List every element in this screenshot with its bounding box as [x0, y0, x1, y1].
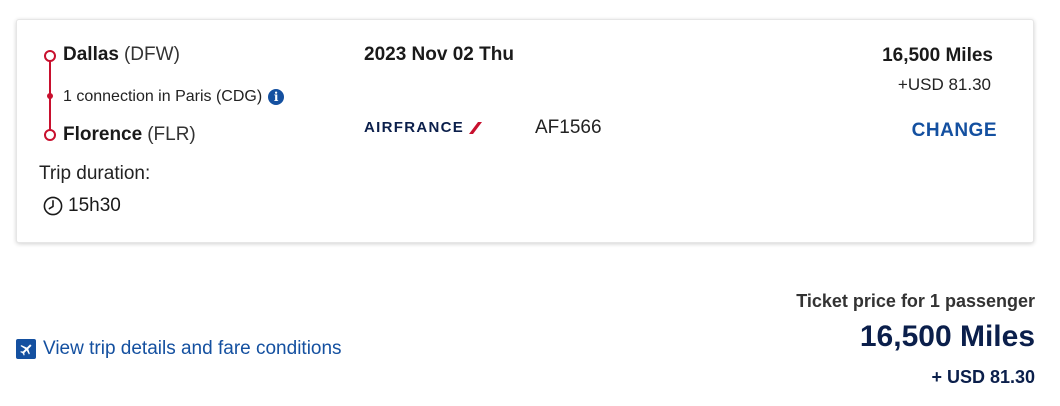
destination-code: (FLR) [147, 124, 196, 145]
route-timeline [44, 50, 56, 141]
connection-marker [47, 93, 53, 99]
destination: Florence (FLR) [63, 124, 196, 146]
airline-logo: AIRFRANCE [364, 119, 483, 136]
card-price-usd: +USD 81.30 [897, 75, 991, 94]
connection-text: 1 connection in Paris (CDG) [63, 88, 263, 105]
ticket-price-label: Ticket price for 1 passenger [796, 291, 1035, 311]
flight-date: 2023 Nov 02 Thu [364, 44, 514, 65]
trip-details-label[interactable]: View trip details and fare conditions [43, 337, 342, 361]
airline-stripe-icon [469, 121, 483, 134]
card-price-miles: 16,500 Miles [882, 45, 993, 66]
airline-name: AIRFRANCE [364, 119, 465, 136]
origin: Dallas (DFW) [63, 44, 180, 66]
plane-icon [16, 339, 36, 359]
flight-number: AF1566 [535, 117, 602, 138]
flight-card: Dallas (DFW) 1 connection in Paris (CDG) … [16, 19, 1034, 243]
trip-duration-label: Trip duration: [39, 163, 151, 184]
trip-duration-value: 15h30 [68, 195, 121, 216]
destination-marker [44, 129, 56, 141]
trip-duration: 15h30 [43, 195, 121, 217]
origin-code: (DFW) [123, 44, 180, 65]
clock-icon [43, 196, 63, 216]
info-icon[interactable]: i [268, 89, 285, 105]
destination-city: Florence [63, 124, 143, 145]
trip-details-link[interactable]: View trip details and fare conditions [16, 337, 342, 361]
ticket-price-usd: + USD 81.30 [931, 367, 1035, 387]
change-button[interactable]: CHANGE [912, 120, 997, 142]
ticket-price-miles: 16,500 Miles [859, 320, 1035, 353]
connection-info: 1 connection in Paris (CDG) i [63, 87, 285, 107]
origin-marker [44, 50, 56, 62]
origin-city: Dallas [63, 44, 119, 65]
